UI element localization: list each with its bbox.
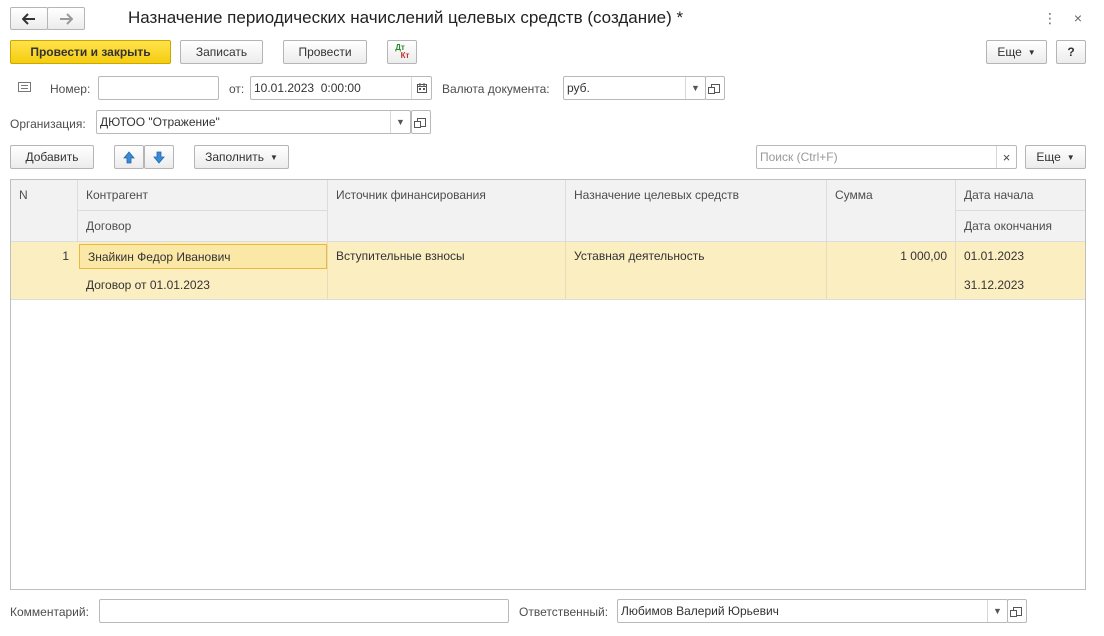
column-header-n[interactable]: N [11,180,78,242]
org-open-button[interactable] [411,110,431,134]
search-placeholder: Поиск (Ctrl+F) [760,150,838,164]
org-value: ДЮТОО "Отражение" [100,115,220,129]
caret-down-icon: ▼ [1027,47,1036,57]
cell-source[interactable]: Вступительные взносы [328,244,565,268]
row-number: 1 [62,249,69,263]
arrow-down-icon [153,151,165,164]
number-label: Номер: [50,82,91,96]
post-button[interactable]: Провести [283,40,367,64]
currency-value: руб. [567,81,590,95]
move-up-button[interactable] [114,145,144,169]
chevron-down-icon[interactable]: ▼ [685,77,705,99]
list-icon [18,81,31,92]
org-label: Организация: [10,117,86,131]
open-form-icon [707,83,720,94]
arrow-left-icon [22,12,35,25]
cell-date-end[interactable]: 31.12.2023 [956,273,1085,297]
comment-label: Комментарий: [10,605,89,619]
arrow-right-icon [60,12,73,25]
comment-input[interactable] [99,599,509,623]
fill-button[interactable]: Заполнить ▼ [194,145,289,169]
more-vertical-icon[interactable]: ⋮ [1043,10,1057,26]
more-button[interactable]: Еще ▼ [986,40,1047,64]
open-form-icon [413,117,426,128]
open-form-icon [1009,606,1022,617]
org-select[interactable]: ДЮТОО "Отражение" ▼ [96,110,411,134]
help-button[interactable]: ? [1056,40,1086,64]
column-header-contract[interactable]: Договор [78,211,328,242]
responsible-value: Любимов Валерий Юрьевич [621,604,779,618]
close-icon[interactable]: × [1070,10,1086,26]
arrow-up-icon [123,150,135,163]
responsible-select[interactable]: Любимов Валерий Юрьевич ▼ [617,599,1008,623]
column-header-source[interactable]: Источник финансирования [328,180,566,242]
column-header-counterparty[interactable]: Контрагент [78,180,328,211]
column-header-date-start[interactable]: Дата начала [956,180,1085,211]
column-header-date-end[interactable]: Дата окончания [956,211,1085,242]
responsible-open-button[interactable] [1007,599,1027,623]
cell-purpose[interactable]: Уставная деятельность [566,244,826,268]
calendar-icon[interactable] [411,77,431,99]
cell-counterparty[interactable]: Знайкин Федор Иванович [79,244,327,269]
caret-down-icon: ▼ [1066,152,1075,162]
table-more-label: Еще [1036,150,1061,164]
more-label: Еще [997,45,1022,59]
currency-select[interactable]: руб. ▼ [563,76,706,100]
column-header-purpose[interactable]: Назначение целевых средств [566,180,827,242]
cell-amount[interactable]: 1 000,00 [827,244,955,268]
kt-icon-label: Кт [400,51,410,60]
date-input[interactable]: 10.01.2023 0:00:00 [250,76,432,100]
back-button[interactable] [10,7,48,30]
move-down-button[interactable] [144,145,174,169]
write-button[interactable]: Записать [180,40,263,64]
chevron-down-icon[interactable]: ▼ [390,111,410,133]
currency-label: Валюта документа: [442,82,550,96]
cell-date-start[interactable]: 01.01.2023 [956,244,1085,268]
caret-down-icon: ▼ [270,152,278,162]
search-input[interactable]: Поиск (Ctrl+F) × [756,145,1017,169]
table-more-button[interactable]: Еще ▼ [1025,145,1086,169]
post-and-close-button[interactable]: Провести и закрыть [10,40,171,64]
dtkt-report-button[interactable]: Дт Кт [387,40,417,64]
from-label: от: [229,82,245,96]
clear-search-icon[interactable]: × [996,146,1016,168]
column-header-amount[interactable]: Сумма [827,180,956,242]
currency-open-button[interactable] [705,76,725,100]
forward-button[interactable] [47,7,85,30]
accruals-table[interactable]: N Контрагент Договор Источник финансиров… [10,179,1086,590]
responsible-label: Ответственный: [519,605,609,619]
fill-label: Заполнить [205,150,264,164]
chevron-down-icon[interactable]: ▼ [987,600,1007,622]
date-value: 10.01.2023 0:00:00 [254,81,361,95]
page-title: Назначение периодических начислений целе… [128,8,684,27]
number-input[interactable] [98,76,219,100]
cell-contract[interactable]: Договор от 01.01.2023 [78,273,327,297]
add-button[interactable]: Добавить [10,145,94,169]
